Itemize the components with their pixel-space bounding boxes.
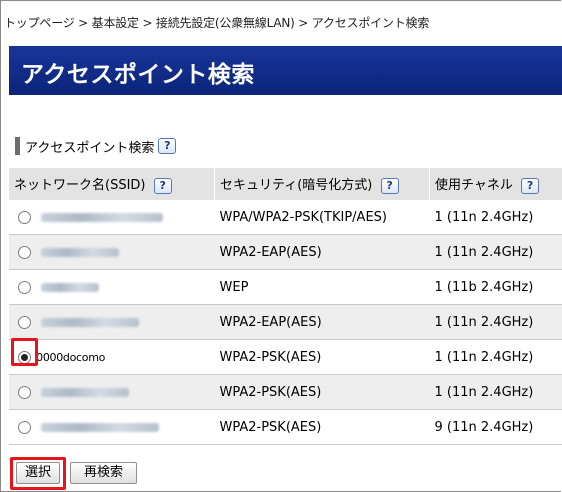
header-channel: 使用チャネル ?: [429, 168, 562, 200]
table-row: WPA2-EAP(AES) 1 (11n 2.4GHz): [9, 234, 562, 270]
radio-highlight-box: [11, 338, 38, 366]
ssid-redacted: [41, 317, 140, 327]
table-row: WPA2-PSK(AES) 9 (11n 2.4GHz): [9, 409, 562, 445]
ssid-radio[interactable]: [18, 385, 31, 399]
research-button[interactable]: 再検索: [70, 462, 137, 484]
help-icon[interactable]: ?: [521, 177, 540, 194]
table-row: WPA2-EAP(AES) 1 (11n 2.4GHz): [9, 304, 562, 340]
channel-cell: 1 (11n 2.4GHz): [429, 234, 562, 270]
security-cell: WPA/WPA2-PSK(TKIP/AES): [214, 200, 430, 235]
ssid-cell: [9, 269, 215, 305]
ssid-cell: [9, 304, 215, 340]
section-marker: [15, 137, 20, 155]
table-row: 0000docomo WPA2-PSK(AES) 1 (11n 2.4GHz): [9, 339, 562, 375]
ssid-redacted: [41, 282, 100, 292]
channel-cell: 1 (11n 2.4GHz): [429, 339, 562, 375]
security-cell: WEP: [214, 269, 430, 305]
header-ssid: ネットワーク名(SSID) ?: [9, 168, 215, 200]
ssid-cell: 0000docomo: [9, 339, 215, 375]
section-heading: アクセスポイント検索 ?: [15, 136, 177, 156]
channel-cell: 1 (11b 2.4GHz): [429, 269, 562, 305]
ssid-cell: [9, 374, 215, 410]
section-title-text: アクセスポイント検索: [25, 140, 155, 156]
access-point-table: ネットワーク名(SSID) ? セキュリティ(暗号化方式) ? 使用チャネル ?…: [9, 168, 562, 445]
ssid-cell: [9, 200, 215, 235]
help-icon[interactable]: ?: [158, 138, 177, 154]
table-row: WPA2-PSK(AES) 1 (11n 2.4GHz): [9, 374, 562, 410]
ssid-radio[interactable]: [18, 420, 31, 434]
ssid-redacted: [41, 387, 130, 397]
header-ssid-label: ネットワーク名(SSID): [14, 178, 146, 194]
ssid-radio[interactable]: [18, 280, 31, 294]
ssid-redacted: [41, 422, 160, 432]
header-security: セキュリティ(暗号化方式) ?: [214, 168, 430, 200]
ssid-cell: [9, 234, 215, 270]
ssid-name: 0000docomo: [36, 350, 106, 364]
ssid-redacted: [41, 247, 120, 257]
table-row: WPA/WPA2-PSK(TKIP/AES) 1 (11n 2.4GHz): [9, 200, 562, 235]
button-highlight-box: [10, 457, 66, 490]
ssid-radio[interactable]: [18, 245, 31, 259]
breadcrumb: トップページ > 基本設定 > 接続先設定(公衆無線LAN) > アクセスポイン…: [4, 16, 430, 30]
header-security-label: セキュリティ(暗号化方式): [220, 178, 373, 194]
channel-cell: 1 (11n 2.4GHz): [429, 374, 562, 410]
ssid-redacted: [41, 212, 164, 222]
table-row: WEP 1 (11b 2.4GHz): [9, 269, 562, 305]
page-header: アクセスポイント検索: [9, 46, 562, 95]
security-cell: WPA2-PSK(AES): [214, 409, 430, 445]
ssid-radio[interactable]: [18, 315, 31, 329]
ssid-cell: [9, 409, 215, 445]
security-cell: WPA2-EAP(AES): [214, 304, 430, 340]
page-title: アクセスポイント検索: [21, 62, 255, 88]
channel-cell: 9 (11n 2.4GHz): [429, 409, 562, 445]
security-cell: WPA2-PSK(AES): [214, 374, 430, 410]
help-icon[interactable]: ?: [153, 177, 172, 194]
help-icon[interactable]: ?: [380, 177, 399, 194]
security-cell: WPA2-EAP(AES): [214, 234, 430, 270]
security-cell: WPA2-PSK(AES): [214, 339, 430, 375]
header-channel-label: 使用チャネル: [435, 178, 513, 194]
channel-cell: 1 (11n 2.4GHz): [429, 304, 562, 340]
ssid-radio[interactable]: [18, 210, 31, 224]
channel-cell: 1 (11n 2.4GHz): [429, 200, 562, 235]
table-header-row: ネットワーク名(SSID) ? セキュリティ(暗号化方式) ? 使用チャネル ?: [9, 168, 562, 200]
